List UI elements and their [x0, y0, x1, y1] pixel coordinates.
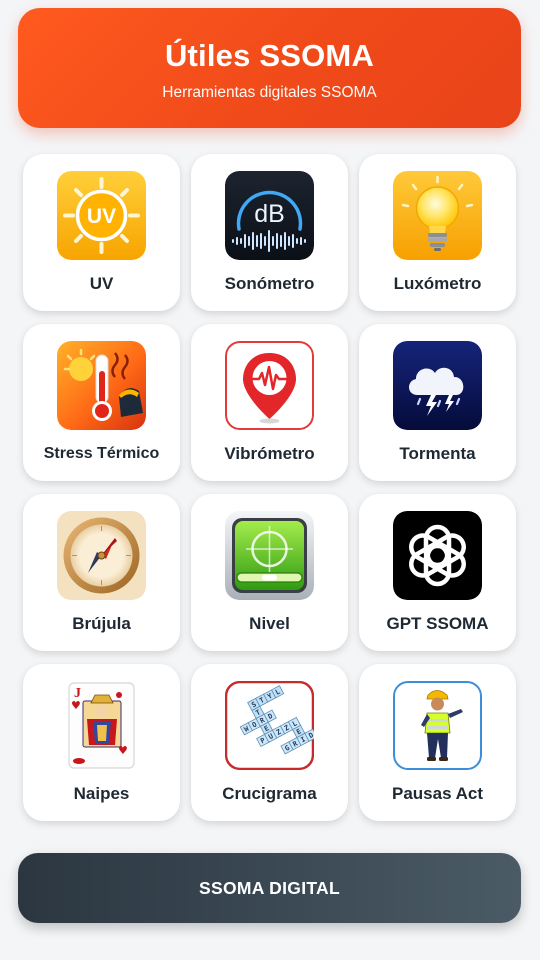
storm-cloud-icon	[393, 341, 482, 430]
tools-grid: UV UV dB Sonómetro Luxómetro Stress Térm…	[23, 154, 516, 821]
tool-card-pausas-act[interactable]: Pausas Act	[359, 664, 516, 821]
tool-label-gpt-ssoma: GPT SSOMA	[386, 614, 489, 633]
tool-label-sonometro: Sonómetro	[224, 274, 315, 293]
tool-card-luxometro[interactable]: Luxómetro	[359, 154, 516, 311]
svg-text:♥: ♥	[118, 744, 128, 757]
tool-card-brujula[interactable]: Brújula	[23, 494, 180, 651]
openai-knot-icon	[393, 511, 482, 600]
tool-label-crucigrama: Crucigrama	[222, 784, 317, 803]
spirit-level-icon	[225, 511, 314, 600]
compass-icon	[57, 511, 146, 600]
worker-exercise-icon	[393, 681, 482, 770]
tool-card-tormenta[interactable]: Tormenta	[359, 324, 516, 481]
app-header: Útiles SSOMA Herramientas digitales SSOM…	[18, 8, 521, 128]
tool-card-vibrometro[interactable]: Vibrómetro	[191, 324, 348, 481]
tool-card-gpt-ssoma[interactable]: GPT SSOMA	[359, 494, 516, 651]
playing-card-jack-icon: J ♥ ♥	[57, 681, 146, 770]
tool-label-naipes: Naipes	[73, 784, 130, 803]
light-bulb-icon	[393, 171, 482, 260]
app-title: Útiles SSOMA	[164, 38, 375, 73]
tool-label-vibrometro: Vibrómetro	[224, 444, 315, 463]
uv-sun-icon: UV	[57, 171, 146, 260]
tool-card-stress-termico[interactable]: Stress Térmico	[23, 324, 180, 481]
crossword-cubes-icon: S T Y L W O R D T P U Z Z L E G R I D E	[225, 681, 314, 770]
vibration-pin-icon	[225, 341, 314, 430]
svg-text:♥: ♥	[71, 699, 81, 712]
tool-label-pausas-act: Pausas Act	[391, 784, 484, 803]
tool-card-crucigrama[interactable]: S T Y L W O R D T P U Z Z L E G R I D E …	[191, 664, 348, 821]
tool-label-nivel: Nivel	[249, 614, 290, 633]
tool-card-nivel[interactable]: Nivel	[191, 494, 348, 651]
tool-label-stress-termico: Stress Térmico	[43, 445, 160, 462]
ssoma-digital-label: SSOMA DIGITAL	[199, 878, 340, 898]
tool-card-sonometro[interactable]: dB Sonómetro	[191, 154, 348, 311]
tool-label-luxometro: Luxómetro	[393, 274, 482, 293]
ssoma-digital-button[interactable]: SSOMA DIGITAL	[18, 853, 521, 923]
uv-icon-text: UV	[87, 205, 116, 228]
tool-label-tormenta: Tormenta	[399, 444, 476, 463]
decibel-meter-icon: dB	[225, 171, 314, 260]
tool-label-uv: UV	[89, 274, 114, 293]
thermometer-heat-icon	[57, 341, 146, 430]
app-subtitle: Herramientas digitales SSOMA	[162, 84, 377, 101]
tool-card-naipes[interactable]: J ♥ ♥ Naipes	[23, 664, 180, 821]
tool-card-uv[interactable]: UV UV	[23, 154, 180, 311]
db-icon-text: dB	[254, 200, 285, 228]
tool-label-brujula: Brújula	[72, 614, 131, 633]
